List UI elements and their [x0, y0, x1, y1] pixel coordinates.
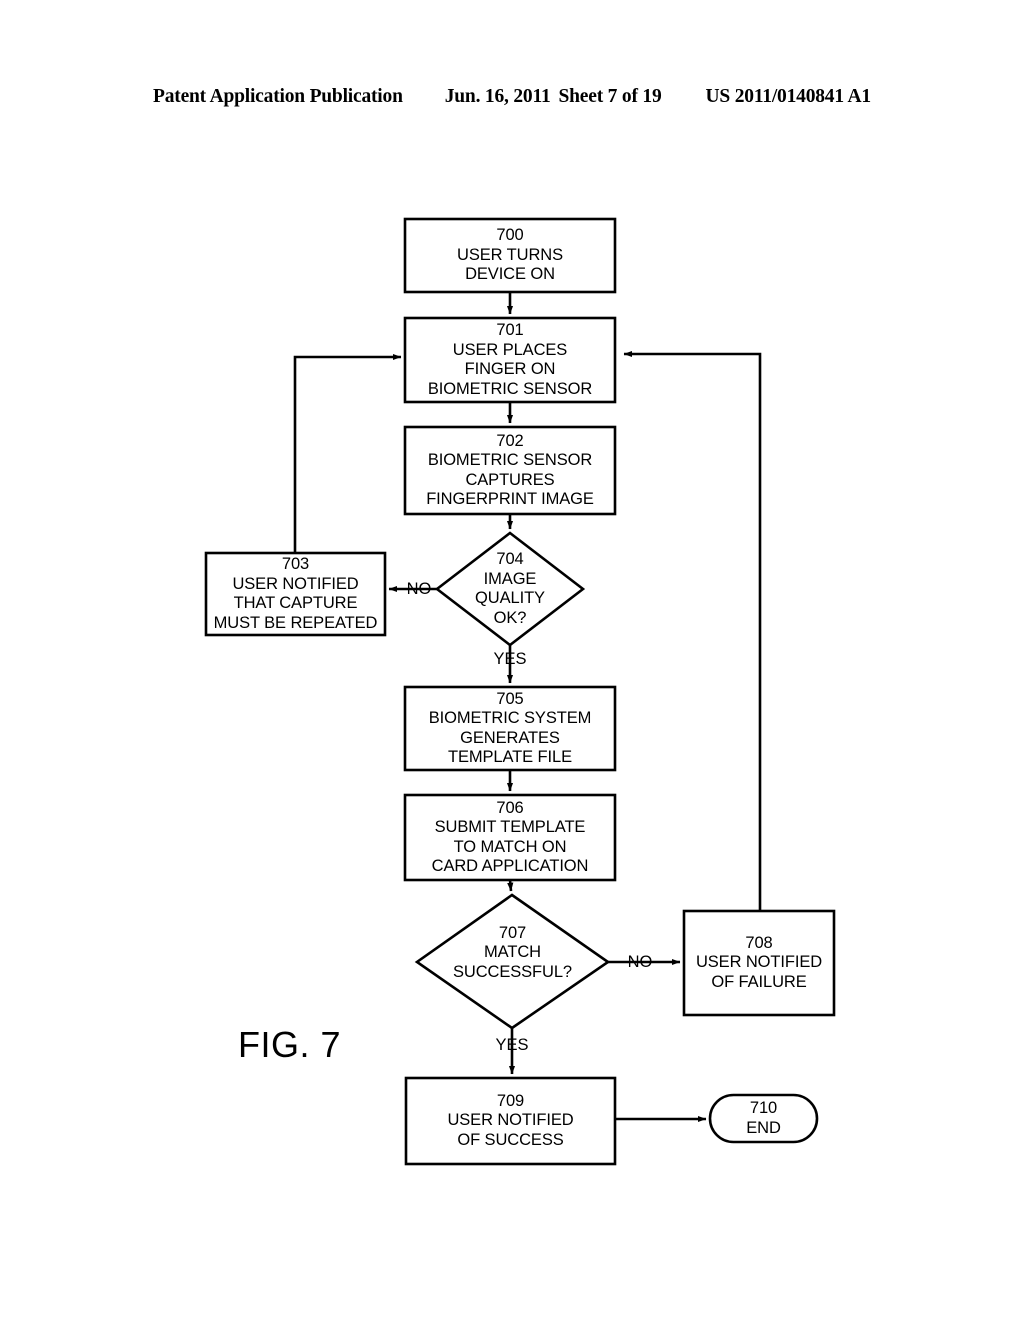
node-705-shape — [403, 685, 617, 772]
node-710-shape — [708, 1093, 819, 1144]
node-709-shape — [404, 1076, 617, 1166]
node-708-shape — [682, 909, 836, 1017]
edge-708-to-701-loop — [623, 350, 762, 911]
figure-caption: FIG. 7 — [238, 1024, 342, 1065]
edge-703-to-701-loop — [293, 353, 402, 553]
node-707-shape — [414, 893, 611, 1030]
edge-label-match-yes: YES — [495, 1036, 529, 1054]
node-704-shape — [434, 531, 586, 647]
node-700-shape — [403, 217, 617, 294]
edge-label-quality-yes: YES — [493, 650, 527, 668]
flowchart-figure: 700 USER TURNS DEVICE ON 701 USER PLACES… — [0, 0, 1024, 1320]
edge-label-quality-no: NO — [406, 580, 432, 598]
node-701-shape — [403, 316, 617, 404]
node-702-shape — [403, 425, 617, 516]
edge-label-match-no: NO — [627, 953, 653, 971]
node-703-shape — [204, 551, 387, 637]
node-706-shape — [403, 793, 617, 882]
edge-706-to-707 — [507, 879, 514, 892]
